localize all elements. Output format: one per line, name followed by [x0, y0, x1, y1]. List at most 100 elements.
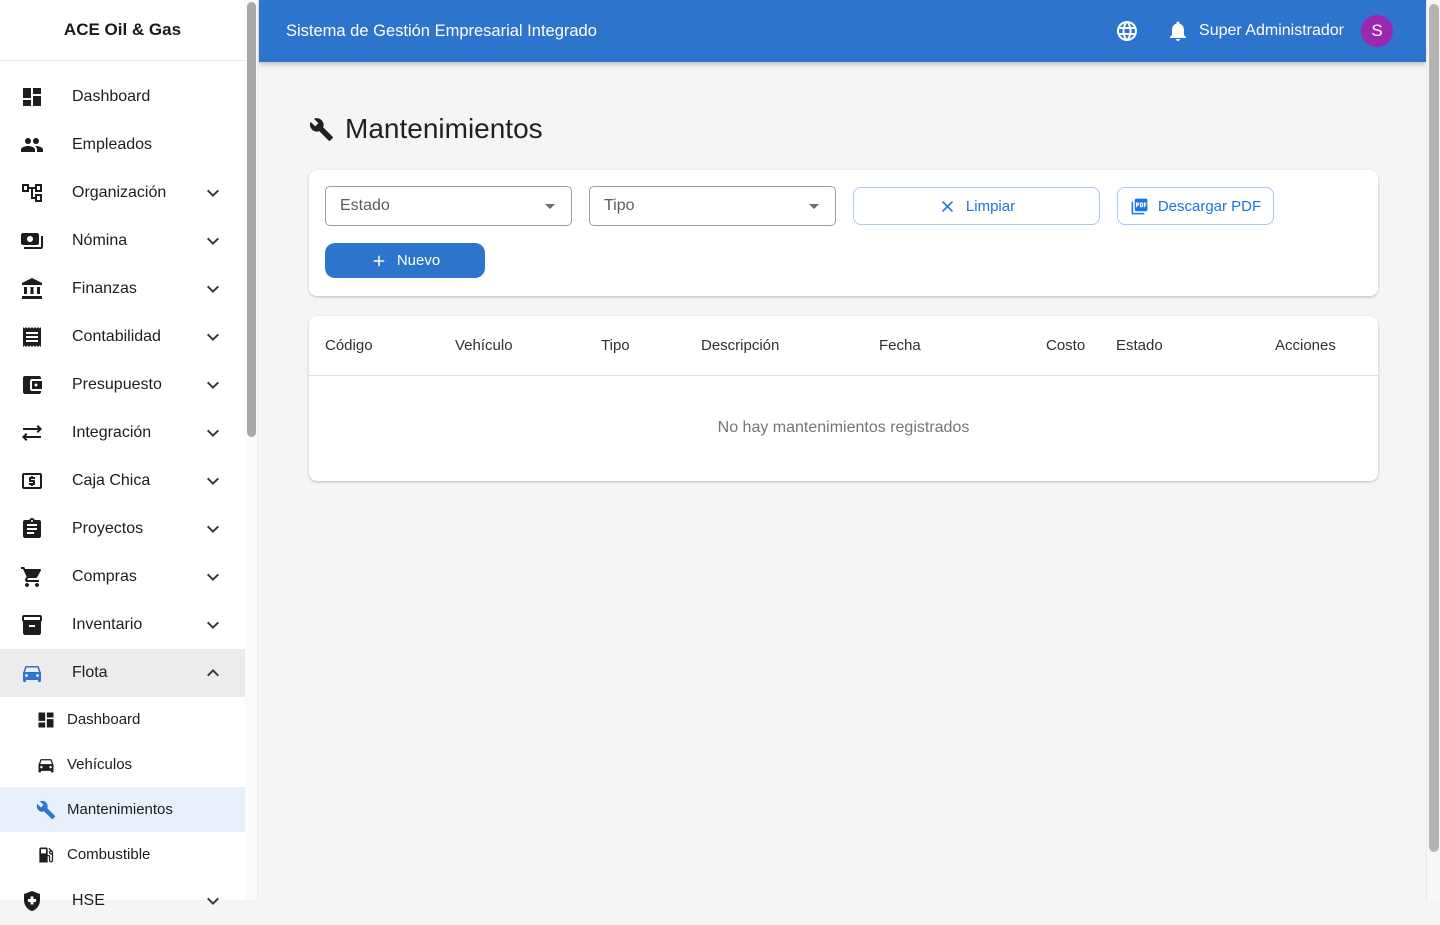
- empty-state-message: No hay mantenimientos registrados: [717, 419, 970, 436]
- sidebar-subitem-flota-dashboard[interactable]: Dashboard: [0, 697, 245, 742]
- sidebar-item-label: Contabilidad: [72, 328, 161, 345]
- topbar: Sistema de Gestión Empresarial Integrado…: [259, 0, 1426, 62]
- sidebar-subitem-label: Dashboard: [67, 711, 141, 728]
- inventory-icon: [20, 613, 44, 637]
- shield-icon: [20, 889, 44, 913]
- plus-icon: [370, 252, 388, 270]
- dashboard-icon: [20, 85, 44, 109]
- chevron-down-icon: [201, 325, 225, 349]
- column-header-descripcion: Descripción: [701, 337, 780, 354]
- limpiar-button-label: Limpiar: [965, 197, 1016, 215]
- page-scrollbar-thumb[interactable]: [1429, 4, 1439, 852]
- column-header-acciones: Acciones: [1275, 337, 1336, 354]
- sidebar-scrollbar-thumb[interactable]: [247, 2, 256, 437]
- sidebar-item-label: Flota: [72, 664, 108, 681]
- sidebar-subitem-vehiculos[interactable]: Vehículos: [0, 742, 245, 787]
- sidebar-subitem-label: Vehículos: [67, 756, 133, 773]
- people-icon: [20, 133, 44, 157]
- sync-icon: [20, 421, 44, 445]
- sidebar-item-label: Presupuesto: [72, 376, 162, 393]
- topbar-actions: Super Administrador S: [1115, 15, 1393, 47]
- chevron-down-icon: [201, 373, 225, 397]
- sidebar-item-inventario[interactable]: Inventario: [0, 601, 245, 649]
- brand-logo: ACE Oil & Gas: [0, 0, 245, 61]
- bell-icon[interactable]: [1166, 19, 1187, 43]
- main-content: Mantenimientos Estado Tipo Limpiar Desca…: [259, 62, 1426, 900]
- pdf-icon: [1130, 197, 1149, 216]
- sidebar-item-label: HSE: [72, 892, 105, 909]
- wrench-icon: [36, 800, 56, 820]
- dashboard-icon: [36, 710, 56, 730]
- sidebar-item-compras[interactable]: Compras: [0, 553, 245, 601]
- sidebar-item-caja-chica[interactable]: Caja Chica: [0, 457, 245, 505]
- sidebar-scrollbar[interactable]: [245, 0, 258, 900]
- sidebar-item-hse[interactable]: HSE: [0, 877, 245, 925]
- payments-icon: [20, 229, 44, 253]
- sidebar-item-label: Dashboard: [72, 88, 151, 105]
- avatar[interactable]: S: [1361, 15, 1393, 47]
- column-header-costo: Costo: [1046, 337, 1086, 354]
- empty-state-row: No hay mantenimientos registrados: [309, 376, 1378, 480]
- column-header-vehiculo: Vehículo: [455, 337, 513, 354]
- sidebar-item-flota[interactable]: Flota: [0, 649, 245, 697]
- dropdown-arrow-icon: [538, 194, 562, 218]
- sidebar-item-integracion[interactable]: Integración: [0, 409, 245, 457]
- nuevo-button[interactable]: Nuevo: [325, 243, 485, 278]
- chevron-down-icon: [201, 889, 225, 913]
- chevron-down-icon: [201, 277, 225, 301]
- column-header-estado: Estado: [1116, 337, 1163, 354]
- sidebar-item-dashboard[interactable]: Dashboard: [0, 73, 245, 121]
- sidebar-item-label: Caja Chica: [72, 472, 151, 489]
- chevron-down-icon: [201, 469, 225, 493]
- page-scrollbar[interactable]: [1426, 0, 1440, 900]
- tipo-select-label: Tipo: [604, 197, 635, 214]
- receipt-icon: [20, 325, 44, 349]
- sidebar-item-empleados[interactable]: Empleados: [0, 121, 245, 169]
- sidebar-item-organizacion[interactable]: Organización: [0, 169, 245, 217]
- sidebar: ACE Oil & Gas Dashboard Empleados Organi…: [0, 0, 245, 911]
- sidebar-item-presupuesto[interactable]: Presupuesto: [0, 361, 245, 409]
- car-icon: [20, 661, 44, 685]
- sidebar-subitem-label: Mantenimientos: [67, 801, 173, 818]
- sidebar-item-contabilidad[interactable]: Contabilidad: [0, 313, 245, 361]
- chevron-up-icon: [201, 661, 225, 685]
- chevron-down-icon: [201, 229, 225, 253]
- filters-row: Estado Tipo Limpiar Descargar PDF: [325, 186, 1362, 226]
- dropdown-arrow-icon: [802, 194, 826, 218]
- sidebar-item-label: Inventario: [72, 616, 143, 633]
- chevron-down-icon: [201, 517, 225, 541]
- descargar-pdf-button-label: Descargar PDF: [1157, 197, 1262, 215]
- tipo-select[interactable]: Tipo: [589, 186, 836, 226]
- globe-icon[interactable]: [1115, 19, 1139, 43]
- estado-select-label: Estado: [340, 197, 390, 214]
- estado-select[interactable]: Estado: [325, 186, 572, 226]
- clipboard-icon: [20, 517, 44, 541]
- maintenance-table: Código Vehículo Tipo Descripción Fecha C…: [309, 316, 1378, 481]
- sidebar-subitem-label: Combustible: [67, 846, 151, 863]
- nuevo-button-label: Nuevo: [396, 252, 441, 269]
- sidebar-subitem-combustible[interactable]: Combustible: [0, 832, 245, 877]
- limpiar-button[interactable]: Limpiar: [853, 187, 1100, 225]
- sidebar-item-finanzas[interactable]: Finanzas: [0, 265, 245, 313]
- sidebar-subitem-mantenimientos[interactable]: Mantenimientos: [0, 787, 245, 832]
- sidebar-item-label: Integración: [72, 424, 152, 441]
- column-header-codigo: Código: [325, 337, 373, 354]
- org-tree-icon: [20, 181, 44, 205]
- bank-icon: [20, 277, 44, 301]
- sidebar-nav: Dashboard Empleados Organización Nómina …: [0, 61, 245, 925]
- column-header-fecha: Fecha: [879, 337, 921, 354]
- chevron-down-icon: [201, 565, 225, 589]
- page-title: Mantenimientos: [345, 113, 543, 144]
- sidebar-item-proyectos[interactable]: Proyectos: [0, 505, 245, 553]
- wallet-icon: [20, 373, 44, 397]
- sidebar-item-label: Proyectos: [72, 520, 144, 537]
- descargar-pdf-button[interactable]: Descargar PDF: [1117, 187, 1274, 225]
- cash-icon: [20, 469, 44, 493]
- sidebar-item-label: Nómina: [72, 232, 128, 249]
- sidebar-item-nomina[interactable]: Nómina: [0, 217, 245, 265]
- close-icon: [938, 197, 957, 216]
- table-header-row: Código Vehículo Tipo Descripción Fecha C…: [309, 316, 1378, 376]
- fuel-icon: [36, 845, 56, 865]
- app-title: Sistema de Gestión Empresarial Integrado: [286, 21, 597, 40]
- brand-name: ACE Oil & Gas: [63, 20, 182, 39]
